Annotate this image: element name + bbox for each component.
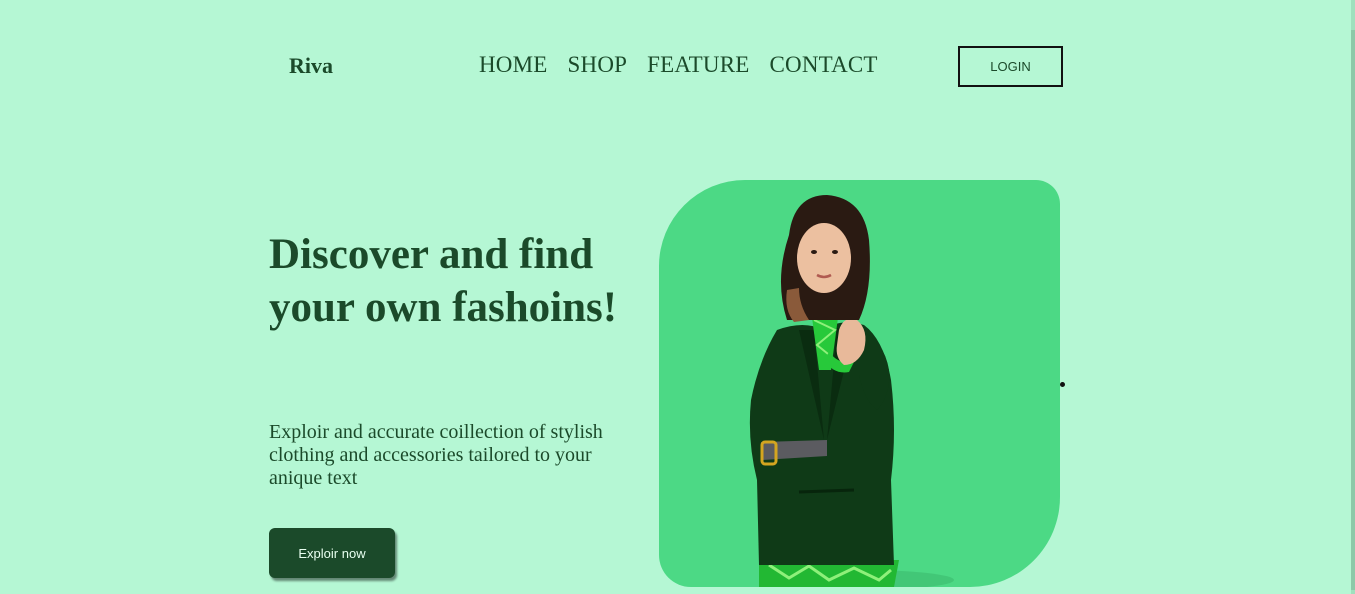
hero-title: Discover and find your own fashoins! bbox=[269, 231, 618, 331]
scrollbar-thumb[interactable] bbox=[1351, 30, 1355, 590]
nav-contact[interactable]: CONTACT bbox=[770, 52, 878, 78]
model-photo bbox=[749, 195, 954, 587]
brand-logo[interactable]: Riva bbox=[289, 53, 333, 79]
login-button[interactable]: LOGIN bbox=[958, 46, 1063, 87]
nav-feature[interactable]: FEATURE bbox=[647, 52, 749, 78]
hero-image-card bbox=[659, 180, 1060, 587]
slider-dot[interactable] bbox=[1060, 382, 1065, 387]
nav-shop[interactable]: SHOP bbox=[568, 52, 628, 78]
scrollbar-track[interactable] bbox=[1351, 0, 1355, 594]
landing-page: Riva HOME SHOP FEATURE CONTACT LOGIN Dis… bbox=[0, 0, 1355, 594]
nav-home[interactable]: HOME bbox=[479, 52, 548, 78]
explore-now-button[interactable]: Exploir now bbox=[269, 528, 395, 578]
main-nav: HOME SHOP FEATURE CONTACT bbox=[479, 52, 878, 78]
hero-description: Exploir and accurate coillection of styl… bbox=[269, 421, 603, 489]
